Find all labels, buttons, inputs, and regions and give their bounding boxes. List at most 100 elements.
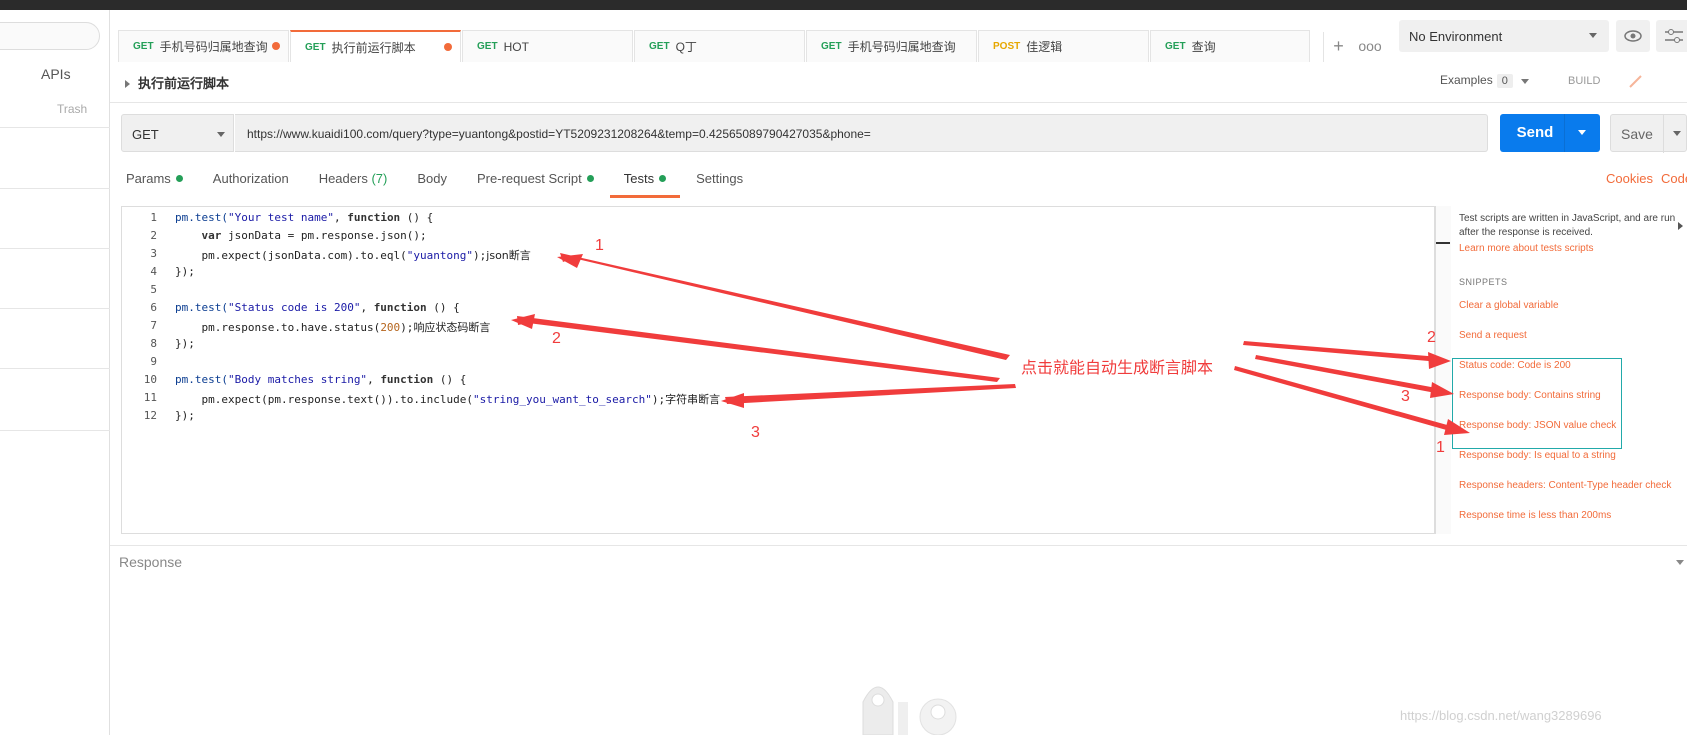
tests-code-editor[interactable]: 1 2 3 4 5 6 7 8 9 10 11 12 pm.test("Your… xyxy=(121,206,1435,534)
line-number: 11 xyxy=(143,391,157,404)
tab-method: GET xyxy=(477,41,498,52)
tab-method: GET xyxy=(821,41,842,52)
response-divider xyxy=(110,545,1687,546)
request-tab[interactable]: GET Q丁 xyxy=(634,30,805,62)
tab-params[interactable]: Params xyxy=(126,171,183,186)
tab-label: 查询 xyxy=(1191,40,1216,54)
sidebar: APIs Trash xyxy=(0,10,110,735)
send-options-chevron-icon[interactable] xyxy=(1578,130,1586,135)
build-mode-label[interactable]: BUILD xyxy=(1568,75,1600,87)
tab-tests[interactable]: Tests xyxy=(609,171,681,198)
sidebar-item-apis[interactable]: APIs xyxy=(41,66,71,82)
active-dot-icon xyxy=(175,175,183,182)
collapse-panel-arrow-icon[interactable] xyxy=(1678,222,1683,230)
sidebar-trash-link[interactable]: Trash xyxy=(57,102,87,116)
chevron-down-icon[interactable] xyxy=(1676,560,1684,565)
tab-method: GET xyxy=(305,41,326,53)
active-dot-icon xyxy=(659,175,667,182)
send-button[interactable]: Send xyxy=(1500,114,1600,152)
code-line: pm.expect(pm.response.text()).to.include… xyxy=(175,393,721,406)
request-tab[interactable]: GET 手机号码归属地查询 xyxy=(118,30,289,62)
scroll-marker xyxy=(1436,242,1450,244)
tab-method: GET xyxy=(1165,41,1186,52)
window-top-bar xyxy=(0,0,1687,10)
tab-prerequest-script[interactable]: Pre-request Script xyxy=(477,171,594,186)
pencil-icon[interactable] xyxy=(1625,70,1647,92)
tab-label: Q丁 xyxy=(675,40,697,54)
save-label: Save xyxy=(1621,126,1653,142)
tab-label: HOT xyxy=(503,39,529,54)
add-tab-button[interactable]: + xyxy=(1323,32,1353,62)
url-input[interactable]: https://www.kuaidi100.com/query?type=yua… xyxy=(235,114,1488,152)
code-line: var jsonData = pm.response.json(); xyxy=(201,229,427,242)
sidebar-divider xyxy=(0,308,110,309)
tab-tests-label: Tests xyxy=(623,171,655,186)
line-number: 4 xyxy=(150,265,157,278)
tab-method: GET xyxy=(133,41,154,52)
sidebar-search-input[interactable] xyxy=(0,22,100,50)
watermark-text: https://blog.csdn.net/wang3289696 xyxy=(1400,708,1602,723)
snippet-link[interactable]: Response headers: Content-Type header ch… xyxy=(1459,480,1671,491)
manage-environments-button[interactable] xyxy=(1656,20,1687,52)
chevron-down-icon xyxy=(217,132,225,137)
request-tab[interactable]: POST 佳逻辑 xyxy=(978,30,1149,62)
highlight-box xyxy=(1452,358,1622,449)
snippet-link[interactable]: Send a request xyxy=(1459,330,1527,341)
line-number: 5 xyxy=(150,283,157,296)
examples-dropdown[interactable]: Examples 0 xyxy=(1440,73,1529,88)
request-tab-active[interactable]: GET 执行前运行脚本 xyxy=(290,30,461,62)
tab-method: POST xyxy=(993,41,1021,52)
snippet-link[interactable]: Response body: Is equal to a string xyxy=(1459,450,1616,461)
rocket-illustration-icon xyxy=(862,686,957,735)
environment-quick-look-button[interactable] xyxy=(1616,20,1650,52)
save-options-chevron-icon[interactable] xyxy=(1673,131,1681,136)
chevron-down-icon xyxy=(1520,79,1529,84)
string-note: 字符串断言 xyxy=(665,393,721,406)
save-button[interactable]: Save xyxy=(1610,114,1687,153)
tab-prerequest-label: Pre-request Script xyxy=(476,171,582,186)
tab-headers[interactable]: Headers (7) xyxy=(319,171,388,186)
snippet-link[interactable]: Clear a global variable xyxy=(1459,300,1559,311)
tab-settings[interactable]: Settings xyxy=(696,171,743,186)
annotation-number: 1 xyxy=(1436,439,1445,456)
send-label: Send xyxy=(1516,124,1554,141)
method-value: GET xyxy=(132,127,159,142)
editor-scrollbar[interactable] xyxy=(1435,206,1451,534)
line-number: 2 xyxy=(150,229,157,242)
line-number: 6 xyxy=(150,301,157,314)
request-tab[interactable]: GET 手机号码归属地查询 xyxy=(806,30,977,62)
line-number: 1 xyxy=(150,211,157,224)
snippet-link[interactable]: Response time is less than 200ms xyxy=(1459,510,1611,521)
code-line: pm.response.to.have.status(200);响应状态码断言 xyxy=(175,321,491,334)
request-tab[interactable]: GET 查询 xyxy=(1150,30,1310,62)
tests-help-text: Test scripts are written in JavaScript, … xyxy=(1459,213,1676,238)
response-label[interactable]: Response xyxy=(119,554,182,570)
sidebar-divider xyxy=(0,188,110,189)
status-note: 响应状态码断言 xyxy=(413,321,491,334)
chevron-down-icon xyxy=(1589,33,1597,38)
header-divider xyxy=(110,102,1687,103)
annotation-number: 1 xyxy=(595,237,604,254)
line-number: 8 xyxy=(150,337,157,350)
annotation-main-text: 点击就能自动生成断言脚本 xyxy=(1021,360,1214,377)
more-tabs-button[interactable]: ooo xyxy=(1355,32,1385,62)
environment-label: No Environment xyxy=(1409,29,1503,44)
tab-label: 手机号码归属地查询 xyxy=(847,40,956,54)
save-separator xyxy=(1663,115,1664,153)
unsaved-dot-icon xyxy=(272,42,280,50)
cookies-link[interactable]: Cookies xyxy=(1606,171,1653,186)
tab-authorization[interactable]: Authorization xyxy=(213,171,289,186)
code-line: }); xyxy=(175,409,195,422)
method-select[interactable]: GET xyxy=(121,114,234,152)
environment-select[interactable]: No Environment xyxy=(1399,20,1609,52)
request-title[interactable]: 执行前运行脚本 xyxy=(125,73,229,92)
code-link[interactable]: Code xyxy=(1661,171,1687,186)
learn-more-link[interactable]: Learn more about tests scripts xyxy=(1459,243,1594,254)
line-number: 12 xyxy=(143,409,157,422)
tab-params-label: Params xyxy=(126,171,171,186)
annotation-number: 2 xyxy=(1427,329,1436,346)
request-tab[interactable]: GET HOT xyxy=(462,30,633,62)
tab-body[interactable]: Body xyxy=(417,171,447,186)
active-dot-icon xyxy=(586,175,594,182)
request-title-text: 执行前运行脚本 xyxy=(138,76,230,91)
